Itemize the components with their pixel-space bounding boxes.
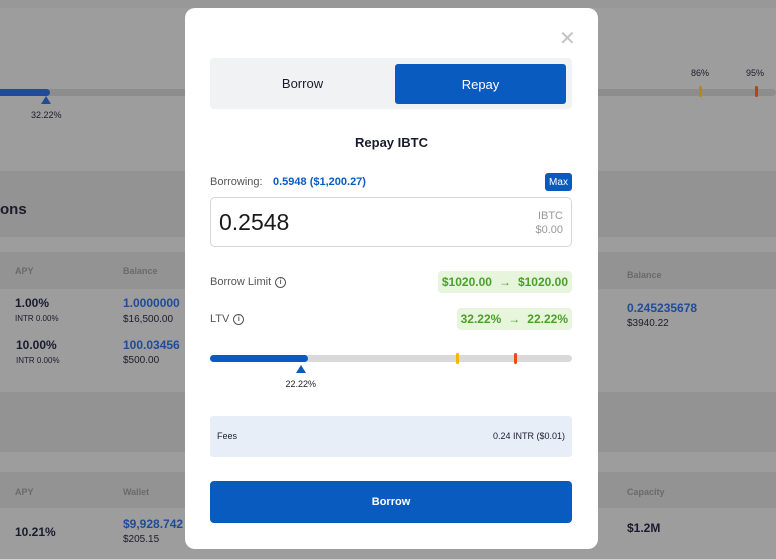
borrowing-value: 0.5948 ($1,200.27) [273, 176, 366, 188]
borrow-limit-row: Borrow Limit i [210, 276, 287, 288]
bg-danger-tick [755, 86, 758, 97]
token-label: IBTC [537, 210, 563, 222]
bg-col-balance-right: Balance [627, 270, 662, 280]
arrow-right-icon: → [498, 275, 511, 289]
bg-row-capacity: $1.2M [627, 521, 661, 535]
amount-usd: $0.00 [535, 224, 563, 236]
page-header-bg [0, 0, 776, 8]
bg-row-balance[interactable]: 1.0000000 [123, 296, 180, 310]
ltv-warn-tick [456, 353, 460, 364]
info-icon[interactable]: i [275, 276, 287, 288]
bg-ltv-label: 32.22% [31, 110, 62, 120]
info-icon[interactable]: i [233, 313, 245, 325]
ltv-to: 22.22% [527, 312, 568, 326]
borrow-limit-to: $1020.00 [517, 275, 568, 289]
arrow-right-icon: → [508, 312, 521, 326]
ltv-row: LTV i [210, 313, 245, 325]
bg-threshold-2: 95% [746, 68, 765, 78]
amount-input[interactable]: 0.2548 IBTC $0.00 [210, 197, 572, 247]
bg-row-balance[interactable]: 100.03456 [123, 338, 180, 352]
bg-section-title: ons [0, 201, 27, 218]
repay-modal: ✕ Borrow Repay Repay IBTC Borrowing: 0.5… [185, 8, 598, 549]
ltv-change: 32.22% → 22.22% [456, 308, 572, 330]
bg-col-balance: Balance [123, 266, 158, 276]
bg-row-balance-usd: $500.00 [123, 355, 160, 366]
tab-borrow[interactable]: Borrow [210, 58, 395, 109]
submit-button[interactable]: Borrow [210, 481, 572, 523]
fees-value: 0.24 INTR ($0.01) [492, 431, 565, 441]
ltv-label: LTV [210, 313, 230, 325]
close-icon[interactable]: ✕ [559, 29, 576, 49]
bg-right-balance-usd: $3940.22 [627, 318, 669, 329]
ltv-from: 32.22% [460, 312, 502, 326]
ltv-marker-label: 22.22% [285, 379, 316, 389]
mode-tabs: Borrow Repay [210, 58, 572, 109]
bg-row-apy: 10.00% [16, 338, 57, 352]
ltv-bar-fill [210, 355, 308, 362]
ltv-danger-tick [514, 353, 518, 364]
fees-label: Fees [217, 431, 238, 441]
borrowing-label: Borrowing: [210, 176, 263, 188]
bg-col-apy: APY [15, 266, 34, 276]
bg-row-balance-usd: $16,500.00 [123, 314, 174, 325]
bg-col-wallet: Wallet [123, 487, 150, 497]
bg-col-capacity: Capacity [627, 487, 665, 497]
bg-row-apy: 1.00% [15, 296, 50, 310]
ltv-marker-icon [295, 365, 306, 373]
bg-warn-tick [699, 86, 702, 97]
ltv-bar: 22.22% [210, 353, 572, 389]
borrow-limit-change: $1020.00 → $1020.00 [437, 271, 572, 293]
tab-repay[interactable]: Repay [395, 64, 566, 104]
bg-ltv-marker-icon [41, 96, 51, 104]
max-button[interactable]: Max [545, 173, 572, 191]
modal-title: Repay IBTC [355, 135, 428, 150]
borrow-limit-from: $1020.00 [441, 275, 492, 289]
bg-row-apy: 10.21% [15, 525, 56, 539]
bg-row-apy-sub: INTR 0.00% [15, 314, 59, 323]
borrow-limit-label: Borrow Limit [210, 276, 272, 288]
bg-col-apy: APY [15, 487, 34, 497]
bg-right-balance[interactable]: 0.245235678 [627, 301, 697, 315]
bg-ltv-fill [0, 89, 50, 96]
amount-value[interactable]: 0.2548 [219, 209, 289, 236]
bg-row-apy-sub: INTR 0.00% [16, 356, 60, 365]
bg-threshold-1: 86% [691, 68, 710, 78]
bg-row-wallet-usd: $205.15 [123, 534, 160, 545]
fees-box: Fees 0.24 INTR ($0.01) [210, 416, 572, 457]
bg-row-wallet[interactable]: $9,928.742 [123, 517, 183, 531]
